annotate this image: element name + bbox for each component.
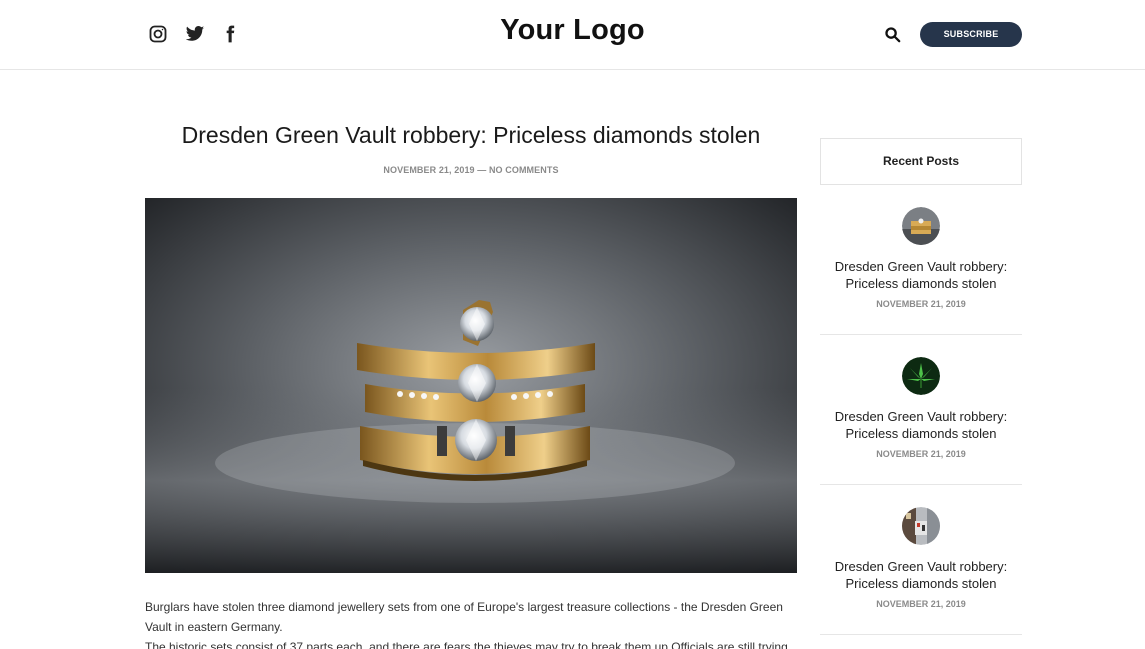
post-title[interactable]: Dresden Green Vault robbery: Priceless d…: [145, 122, 797, 149]
rings-thumbnail[interactable]: [902, 207, 940, 245]
recent-post-item[interactable]: Dresden Green Vault robbery: Priceless d…: [820, 507, 1022, 609]
divider: [820, 484, 1022, 485]
rings-photo: [145, 198, 797, 573]
post-featured-image: [145, 198, 797, 573]
site-header: Your Logo SUBSCRIBE: [0, 0, 1145, 70]
recent-post-item[interactable]: Dresden Green Vault robbery: Priceless d…: [820, 207, 1022, 309]
recent-post-title[interactable]: Dresden Green Vault robbery: Priceless d…: [820, 558, 1022, 592]
divider: [820, 334, 1022, 335]
post-paragraph: Burglars have stolen three diamond jewel…: [145, 600, 783, 634]
recent-post-title[interactable]: Dresden Green Vault robbery: Priceless d…: [820, 408, 1022, 442]
recent-post-date: NOVEMBER 21, 2019: [876, 449, 966, 459]
recent-posts-heading: Recent Posts: [820, 138, 1022, 185]
recent-post-date: NOVEMBER 21, 2019: [876, 299, 966, 309]
post-meta: NOVEMBER 21, 2019 — NO COMMENTS: [383, 165, 559, 175]
search-icon[interactable]: [884, 26, 901, 43]
post-paragraph: The historic sets consist of 37 parts ea…: [145, 640, 788, 649]
recent-post-title[interactable]: Dresden Green Vault robbery: Priceless d…: [820, 258, 1022, 292]
street-scene-thumbnail[interactable]: [902, 507, 940, 545]
subscribe-button[interactable]: SUBSCRIBE: [920, 22, 1022, 47]
divider: [820, 634, 1022, 635]
recent-post-date: NOVEMBER 21, 2019: [876, 599, 966, 609]
recent-post-item[interactable]: Dresden Green Vault robbery: Priceless d…: [820, 357, 1022, 459]
post-body: Burglars have stolen three diamond jewel…: [145, 597, 797, 649]
cannabis-leaf-thumbnail[interactable]: [902, 357, 940, 395]
